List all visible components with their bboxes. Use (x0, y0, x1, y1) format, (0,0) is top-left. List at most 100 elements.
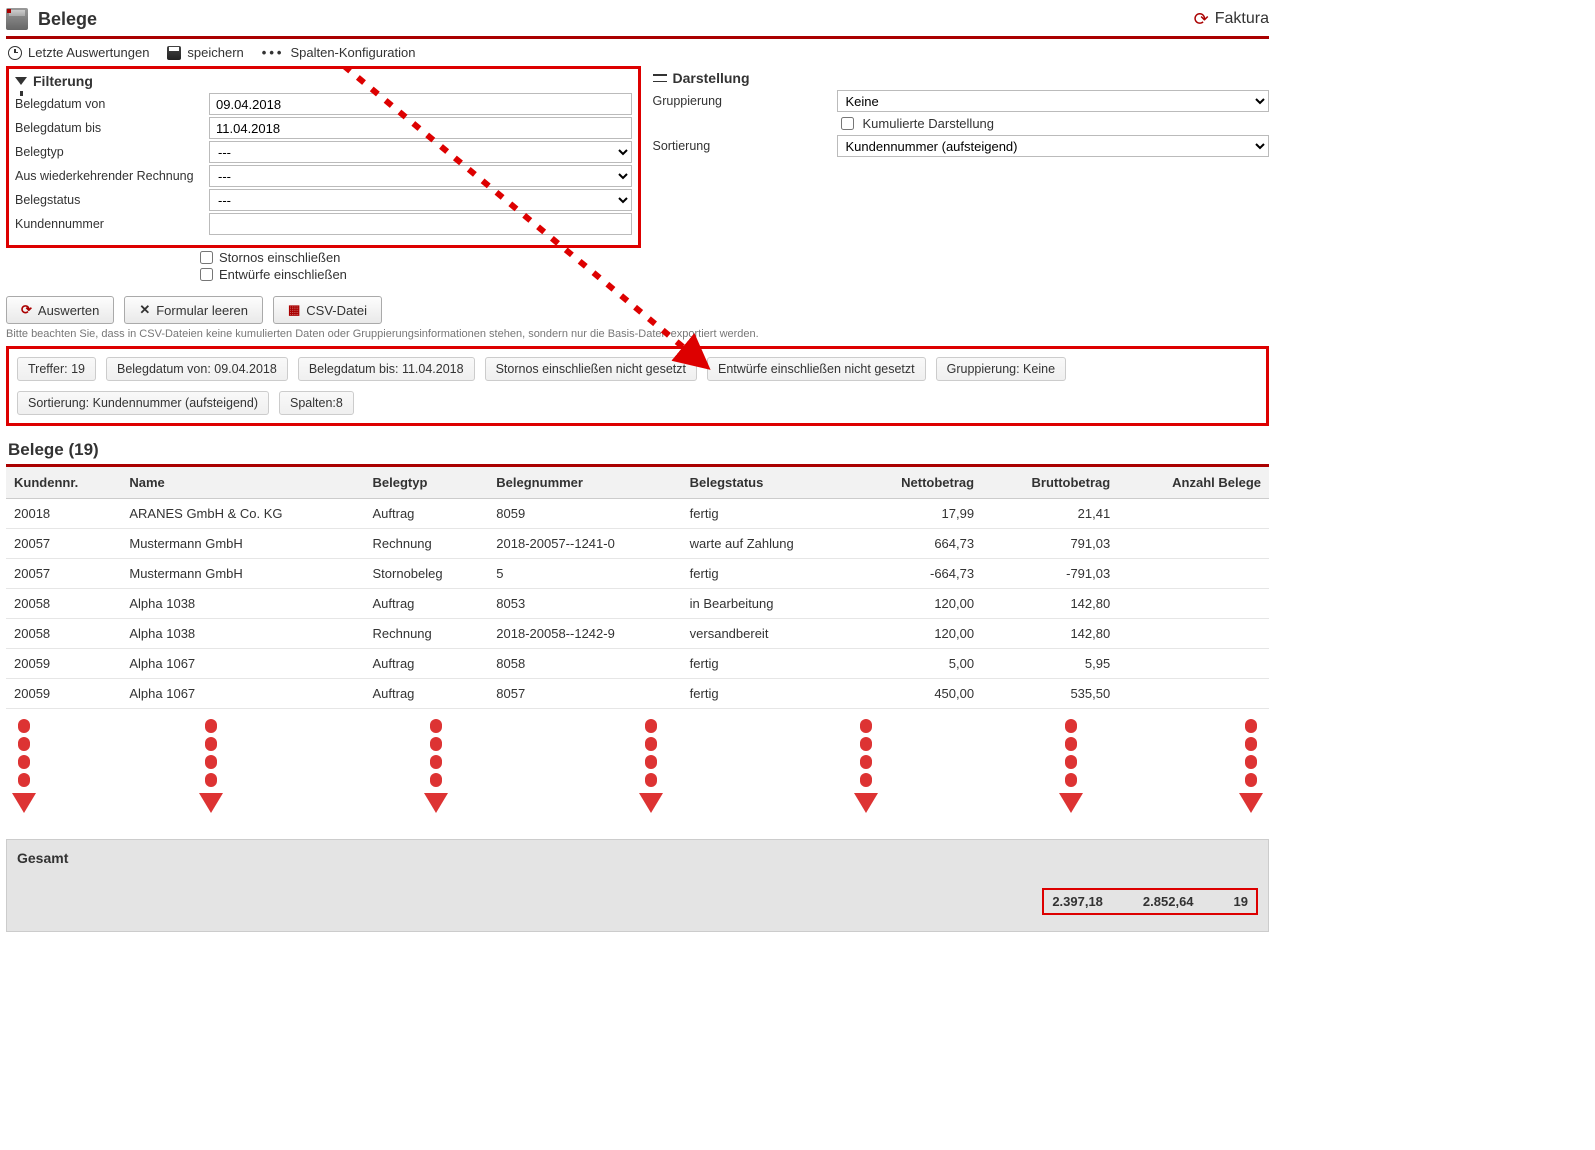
continuation-arrow (1059, 719, 1083, 813)
table-cell: warte auf Zahlung (682, 529, 855, 559)
column-header[interactable]: Name (121, 466, 364, 499)
belege-icon (6, 8, 28, 30)
table-cell (1118, 529, 1269, 559)
table-cell (1118, 499, 1269, 529)
table-cell: 2018-20058--1242-9 (488, 619, 681, 649)
checkbox-include-drafts[interactable] (200, 268, 213, 281)
column-header[interactable]: Kundennr. (6, 466, 121, 499)
recent-evals-label: Letzte Auswertungen (28, 45, 149, 60)
table-row[interactable]: 20058Alpha 1038Auftrag8053in Bearbeitung… (6, 589, 1269, 619)
totals-net: 2.397,18 (1052, 894, 1103, 909)
save-button[interactable]: speichern (167, 45, 243, 60)
filter-chip[interactable]: Belegdatum von: 09.04.2018 (106, 357, 288, 381)
label-recurring: Aus wiederkehrender Rechnung (15, 169, 205, 183)
filter-chip[interactable]: Spalten:8 (279, 391, 354, 415)
table-cell: 21,41 (982, 499, 1118, 529)
clear-form-button[interactable]: ✕Formular leeren (124, 296, 263, 324)
select-grouping[interactable]: Keine (837, 90, 1270, 112)
column-header[interactable]: Belegnummer (488, 466, 681, 499)
table-cell: Rechnung (365, 529, 489, 559)
table-title: Belege (19) (8, 440, 1269, 460)
column-header[interactable]: Belegtyp (365, 466, 489, 499)
continuation-arrow (854, 719, 878, 813)
columns-config-button[interactable]: ••• Spalten-Konfiguration (262, 45, 416, 60)
table-cell: Auftrag (365, 679, 489, 709)
table-cell: 8059 (488, 499, 681, 529)
table-cell: Alpha 1038 (121, 619, 364, 649)
csv-export-button[interactable]: ▦CSV-Datei (273, 296, 382, 324)
table-cell (1118, 589, 1269, 619)
label-sorting: Sortierung (653, 139, 833, 153)
label-include-drafts: Entwürfe einschließen (219, 267, 347, 282)
table-cell: Alpha 1067 (121, 649, 364, 679)
select-recurring[interactable]: --- (209, 165, 632, 187)
column-header[interactable]: Anzahl Belege (1118, 466, 1269, 499)
table-cell: 20058 (6, 619, 121, 649)
refresh-icon[interactable]: ⟳ (1194, 9, 1209, 30)
column-header[interactable]: Belegstatus (682, 466, 855, 499)
table-cell: 142,80 (982, 619, 1118, 649)
label-include-stornos: Stornos einschließen (219, 250, 340, 265)
table-cell: 20059 (6, 679, 121, 709)
display-header: Darstellung (673, 70, 750, 86)
select-status[interactable]: --- (209, 189, 632, 211)
table-row[interactable]: 20059Alpha 1067Auftrag8057fertig450,0053… (6, 679, 1269, 709)
table-cell: -664,73 (854, 559, 982, 589)
table-cell: 142,80 (982, 589, 1118, 619)
table-cell: versandbereit (682, 619, 855, 649)
column-header[interactable]: Bruttobetrag (982, 466, 1118, 499)
continuation-arrow (424, 719, 448, 813)
columns-config-label: Spalten-Konfiguration (290, 45, 415, 60)
table-cell: 5,00 (854, 649, 982, 679)
display-panel: Darstellung Gruppierung Keine Kumulierte… (653, 66, 1270, 159)
recent-evals-button[interactable]: Letzte Auswertungen (8, 45, 149, 60)
table-cell: 120,00 (854, 589, 982, 619)
save-icon (167, 46, 181, 60)
input-customer-no[interactable] (209, 213, 632, 235)
filter-panel: Filterung Belegdatum von Belegdatum bis … (6, 66, 641, 248)
input-date-to[interactable] (209, 117, 632, 139)
table-cell: Alpha 1038 (121, 589, 364, 619)
table-cell: -791,03 (982, 559, 1118, 589)
totals-block: Gesamt 2.397,18 2.852,64 19 (6, 839, 1269, 932)
table-row[interactable]: 20057Mustermann GmbHStornobeleg5fertig-6… (6, 559, 1269, 589)
totals-label: Gesamt (17, 850, 1258, 866)
label-belegtyp: Belegtyp (15, 145, 205, 159)
table-cell: Auftrag (365, 499, 489, 529)
x-icon: ✕ (139, 302, 150, 318)
input-date-from[interactable] (209, 93, 632, 115)
checkbox-include-stornos[interactable] (200, 251, 213, 264)
label-date-to: Belegdatum bis (15, 121, 205, 135)
table-cell (1118, 619, 1269, 649)
sliders-icon (653, 72, 667, 84)
funnel-icon (15, 77, 27, 85)
select-sorting[interactable]: Kundennummer (aufsteigend) (837, 135, 1270, 157)
table-row[interactable]: 20059Alpha 1067Auftrag8058fertig5,005,95 (6, 649, 1269, 679)
save-label: speichern (187, 45, 243, 60)
page-title: Belege (38, 9, 97, 30)
filter-chip[interactable]: Gruppierung: Keine (936, 357, 1066, 381)
label-status: Belegstatus (15, 193, 205, 207)
filter-chip[interactable]: Sortierung: Kundennummer (aufsteigend) (17, 391, 269, 415)
filter-chip[interactable]: Belegdatum bis: 11.04.2018 (298, 357, 475, 381)
filter-chip[interactable]: Treffer: 19 (17, 357, 96, 381)
table-cell: Stornobeleg (365, 559, 489, 589)
table-cell: 20059 (6, 649, 121, 679)
table-cell: 120,00 (854, 619, 982, 649)
table-cell: 535,50 (982, 679, 1118, 709)
table-cell: 5 (488, 559, 681, 589)
table-cell (1118, 649, 1269, 679)
filter-chip[interactable]: Stornos einschließen nicht gesetzt (485, 357, 697, 381)
table-cell: fertig (682, 649, 855, 679)
column-header[interactable]: Nettobetrag (854, 466, 982, 499)
table-row[interactable]: 20058Alpha 1038Rechnung2018-20058--1242-… (6, 619, 1269, 649)
select-belegtyp[interactable]: --- (209, 141, 632, 163)
clock-icon (8, 46, 22, 60)
continuation-arrow (199, 719, 223, 813)
evaluate-button[interactable]: ⟳Auswerten (6, 296, 114, 324)
filter-chip[interactable]: Entwürfe einschließen nicht gesetzt (707, 357, 926, 381)
table-row[interactable]: 20018ARANES GmbH & Co. KGAuftrag8059fert… (6, 499, 1269, 529)
table-row[interactable]: 20057Mustermann GmbHRechnung2018-20057--… (6, 529, 1269, 559)
label-date-from: Belegdatum von (15, 97, 205, 111)
checkbox-cumulated[interactable] (841, 117, 854, 130)
